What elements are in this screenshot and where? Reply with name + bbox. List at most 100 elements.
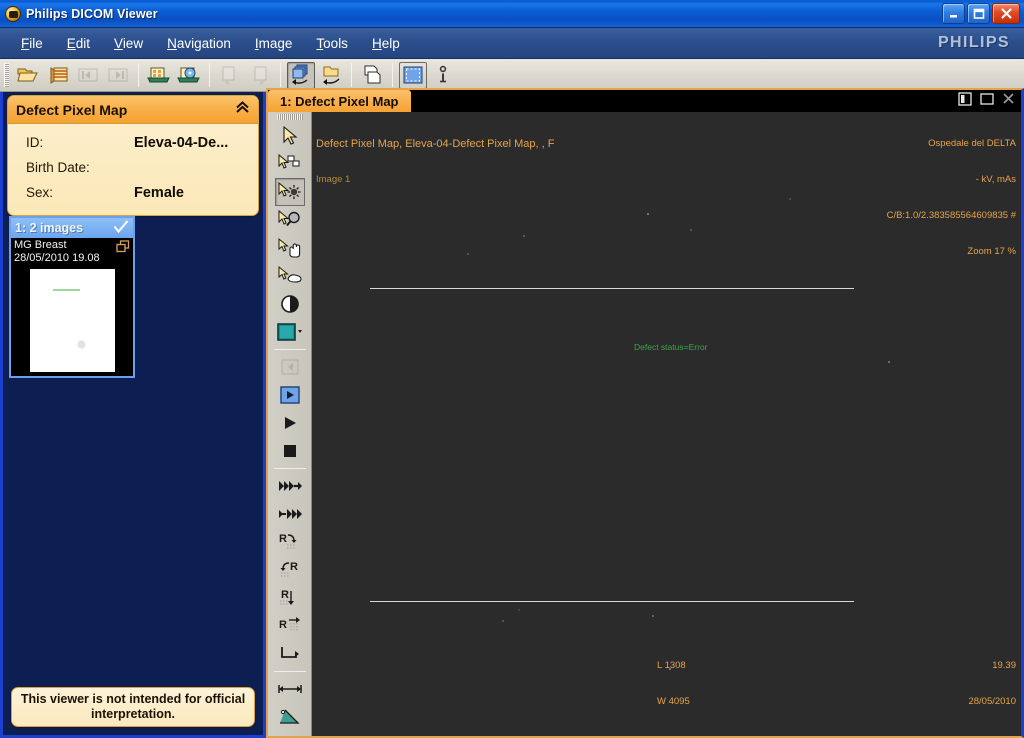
- minimize-icon[interactable]: [942, 3, 965, 24]
- menu-item-help[interactable]: Help: [361, 33, 411, 54]
- export-media-icon[interactable]: [145, 62, 173, 89]
- menu-item-file[interactable]: File: [10, 33, 54, 54]
- cine-stop-tool[interactable]: [275, 437, 305, 465]
- overlay-top-left: Defect Pixel Map, Eleva-04-Defect Pixel …: [316, 114, 554, 210]
- colormap-tool[interactable]: [269, 318, 311, 346]
- overlay-study-description: Defect Pixel Map, Eleva-04-Defect Pixel …: [316, 138, 555, 150]
- pointer-tool[interactable]: [275, 122, 305, 150]
- overlay-kv-mas: - kV, mAs: [975, 174, 1016, 185]
- flip-vertical-tool[interactable]: R: [275, 584, 305, 612]
- toolbar-separator: [351, 63, 352, 87]
- invert-contrast-tool[interactable]: [275, 290, 305, 318]
- list-item[interactable]: 1: 2 images MG Breast 28/05/2010 19.08: [9, 216, 135, 378]
- layout-panel-icon[interactable]: [958, 91, 972, 111]
- overlay-window-level: L 1308: [657, 660, 686, 671]
- image-canvas[interactable]: Defect Pixel Map, Eleva-04-Defect Pixel …: [312, 112, 1021, 736]
- multiframe-icon: [116, 240, 130, 258]
- series-thumbnail[interactable]: [29, 269, 115, 372]
- series-metadata: MG Breast 28/05/2010 19.08: [11, 238, 133, 267]
- paste-page-icon: [246, 62, 274, 89]
- image-viewer-panel: 1: Defect Pixel Map R R R R Defect Pixel…: [266, 88, 1024, 738]
- patient-card-header[interactable]: Defect Pixel Map: [8, 96, 258, 124]
- patient-field-label: Birth Date:: [26, 160, 90, 175]
- select-series-tool[interactable]: [275, 150, 305, 178]
- pan-hand-tool[interactable]: [275, 234, 305, 262]
- maximize-icon[interactable]: [967, 3, 990, 24]
- tab-defect-pixel-map[interactable]: 1: Defect Pixel Map: [268, 90, 411, 112]
- close-icon[interactable]: [992, 3, 1020, 24]
- duplicate-icon[interactable]: [358, 62, 386, 89]
- cine-reverse-tool: [275, 353, 305, 381]
- viewer-toolbar: R R R R: [268, 112, 312, 736]
- menu-item-image[interactable]: Image: [244, 33, 304, 54]
- select-all-icon[interactable]: [399, 61, 427, 89]
- folder-back-icon[interactable]: [317, 62, 345, 89]
- cine-forward-tool[interactable]: [275, 409, 305, 437]
- open-list-icon[interactable]: [44, 62, 72, 89]
- overlay-top-right: Ospedale del DELTA - kV, mAs C/B:1.0/2.3…: [887, 114, 1016, 282]
- disclaimer-banner: This viewer is not intended for official…: [11, 687, 255, 727]
- menu-item-tools[interactable]: Tools: [305, 33, 359, 54]
- menu-item-edit[interactable]: Edit: [56, 33, 101, 54]
- page-title: Defect Pixel Map: [16, 101, 128, 118]
- patient-field-sex: Sex: Female: [8, 180, 258, 205]
- viewer-toolbar-separator: [273, 468, 306, 469]
- maximize-panel-icon[interactable]: [980, 92, 994, 110]
- patient-field-label: Sex:: [26, 185, 54, 200]
- defect-pixel-dot: [523, 235, 525, 237]
- checkmark-icon: [113, 219, 129, 237]
- viewer-toolbar-grip[interactable]: [276, 114, 303, 120]
- left-sidebar: Defect Pixel Map ID: Eleva-04-De... Birt…: [0, 92, 266, 738]
- patient-field-value: Female: [134, 184, 184, 201]
- overlay-image-number: Image 1: [316, 174, 351, 185]
- overlay-contrast-brightness: C/B:1.0/2.383585564609835 #: [886, 210, 1016, 221]
- series-thumbnail-wrapper[interactable]: [11, 267, 133, 376]
- overlay-time: 19.39: [992, 660, 1016, 671]
- application-window: Philips DICOM Viewer File Edit View Navi…: [0, 0, 1024, 738]
- copy-page-icon: [216, 62, 244, 89]
- brightness-contrast-tool[interactable]: [274, 178, 305, 206]
- magnifier-tool[interactable]: [275, 206, 305, 234]
- reset-transform-tool[interactable]: [275, 640, 305, 668]
- measure-distance-tool[interactable]: [275, 675, 305, 703]
- rotate-right-tool[interactable]: R: [275, 528, 305, 556]
- fast-forward-tool[interactable]: [275, 472, 305, 500]
- patient-card-body: ID: Eleva-04-De... Birth Date: Sex: Fema…: [8, 124, 258, 215]
- svg-text:R: R: [281, 589, 289, 601]
- patient-field-label: ID:: [26, 135, 44, 150]
- next-icon: [104, 62, 132, 89]
- viewer-tab-bar: 1: Defect Pixel Map: [268, 90, 1021, 112]
- viewer-toolbar-separator: [273, 349, 306, 350]
- step-forward-tool[interactable]: [275, 500, 305, 528]
- close-panel-icon[interactable]: [1002, 92, 1015, 110]
- defect-line-lower: [370, 601, 854, 602]
- cine-play-tool[interactable]: [275, 381, 305, 409]
- toolbar-separator: [392, 63, 393, 87]
- overlay-bottom-right: 19.39 28/05/2010: [968, 636, 1016, 732]
- defect-pixel-dot: [518, 609, 520, 611]
- menu-item-view[interactable]: View: [103, 33, 154, 54]
- philips-brand-logo: PHILIPS: [937, 34, 1010, 51]
- patient-info-card: Defect Pixel Map ID: Eleva-04-De... Birt…: [7, 95, 259, 216]
- series-modality: MG Breast: [14, 239, 67, 251]
- info-icon[interactable]: [429, 62, 457, 89]
- overlay-bottom-left: L 1308 W 4095: [657, 636, 690, 732]
- series-header[interactable]: 1: 2 images: [11, 218, 133, 238]
- patient-field-value: Eleva-04-De...: [134, 134, 229, 151]
- zoom-roll-tool[interactable]: [275, 262, 305, 290]
- layers-back-icon[interactable]: [287, 61, 315, 89]
- chevron-up-double-icon[interactable]: [235, 100, 250, 120]
- burn-cd-icon[interactable]: [175, 62, 203, 89]
- defect-line-upper: [370, 288, 854, 289]
- title-bar: Philips DICOM Viewer: [0, 0, 1024, 28]
- measure-angle-tool[interactable]: [275, 703, 305, 731]
- defect-pixel-dot: [652, 615, 654, 617]
- menu-bar: File Edit View Navigation Image Tools He…: [0, 28, 1024, 59]
- toolbar-grip[interactable]: [4, 63, 9, 87]
- defect-pixel-dot: [690, 229, 692, 231]
- menu-item-navigation[interactable]: Navigation: [156, 33, 242, 54]
- series-datetime: 28/05/2010 19.08: [14, 252, 100, 264]
- open-folder-icon[interactable]: [14, 62, 42, 89]
- flip-horizontal-tool[interactable]: R: [275, 612, 305, 640]
- rotate-left-tool[interactable]: R: [275, 556, 305, 584]
